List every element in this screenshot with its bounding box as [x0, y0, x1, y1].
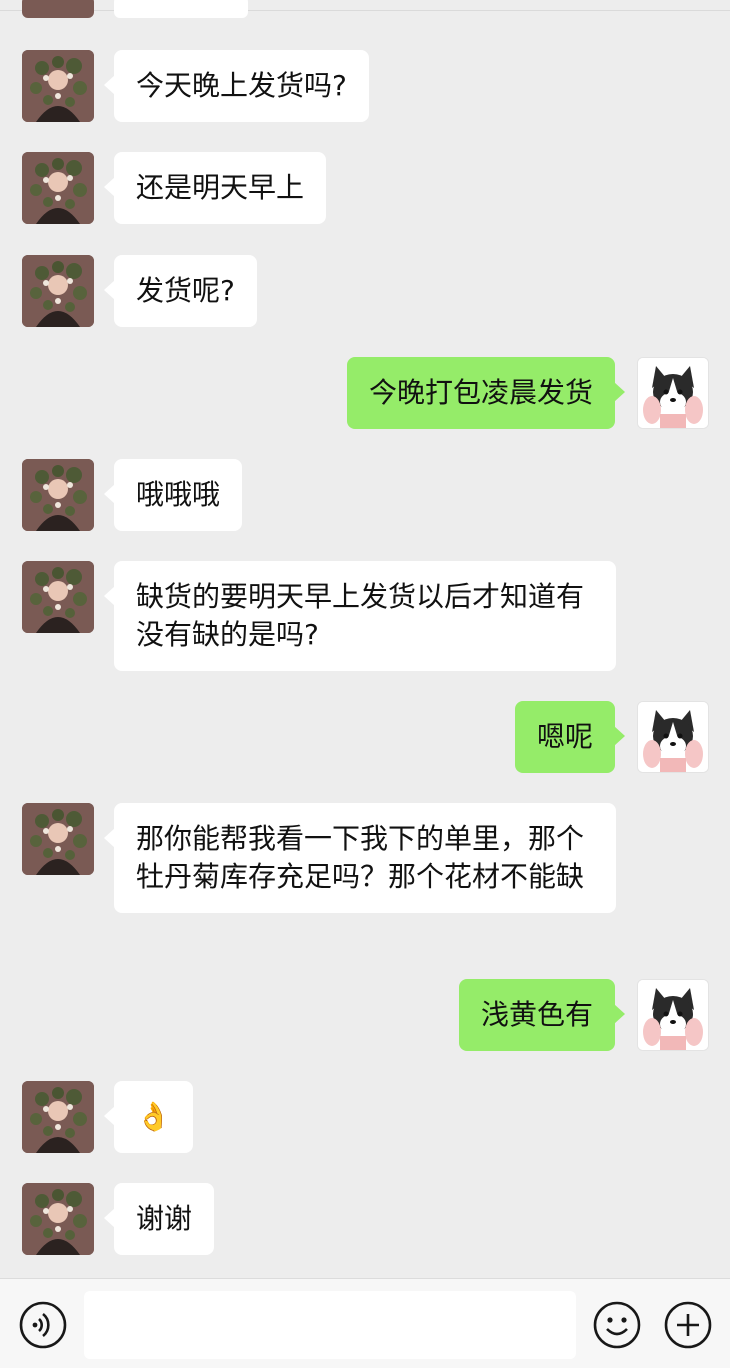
contact-avatar[interactable]	[22, 50, 94, 122]
avatar-woman-flowers-icon	[22, 1081, 94, 1153]
message-bubble[interactable]: 缺货的要明天早上发货以后才知道有没有缺的是吗?	[104, 561, 616, 671]
message-bubble[interactable]: 谢谢	[103, 1183, 215, 1255]
message-bubble[interactable]: 今晚打包凌晨发货	[346, 357, 626, 429]
contact-avatar[interactable]	[22, 255, 94, 327]
avatar-woman-flowers-icon	[22, 561, 94, 633]
input-bar	[0, 1278, 730, 1368]
voice-icon	[19, 1301, 67, 1349]
avatar-husky-dog-icon	[638, 980, 708, 1050]
chat-screen: 今天晚上发货吗? 还是明天早上 发货呢? 今晚打包凌晨发货 哦哦哦 缺货的要明天…	[0, 0, 730, 1368]
message-bubble[interactable]: 哦哦哦	[103, 459, 243, 531]
avatar-woman-flowers-icon	[22, 459, 94, 531]
more-button[interactable]	[663, 1300, 713, 1350]
contact-avatar[interactable]	[22, 1183, 94, 1255]
emoji-button[interactable]	[592, 1300, 642, 1350]
contact-avatar[interactable]	[22, 803, 94, 875]
contact-avatar[interactable]	[22, 152, 94, 224]
contact-avatar[interactable]	[22, 459, 94, 531]
top-divider	[0, 0, 730, 11]
self-avatar[interactable]	[637, 979, 709, 1051]
self-avatar[interactable]	[637, 357, 709, 429]
message-bubble[interactable]: 今天晚上发货吗?	[104, 50, 369, 122]
partial-avatar	[22, 0, 94, 18]
partial-message-bubble	[114, 0, 248, 18]
message-bubble-emoji[interactable]: 👌	[104, 1081, 193, 1153]
message-list[interactable]: 今天晚上发货吗? 还是明天早上 发货呢? 今晚打包凌晨发货 哦哦哦 缺货的要明天…	[0, 0, 730, 1278]
contact-avatar[interactable]	[22, 1081, 94, 1153]
self-avatar[interactable]	[637, 701, 709, 773]
message-bubble[interactable]: 嗯呢	[514, 701, 626, 773]
avatar-husky-dog-icon	[638, 358, 708, 428]
avatar-woman-flowers-icon	[22, 152, 94, 224]
message-input[interactable]	[84, 1291, 576, 1359]
avatar-woman-flowers-icon	[22, 803, 94, 875]
message-bubble[interactable]: 还是明天早上	[103, 152, 327, 224]
message-bubble[interactable]: 浅黄色有	[458, 979, 626, 1051]
message-bubble[interactable]: 发货呢?	[104, 255, 257, 327]
avatar-woman-flowers-icon	[22, 255, 94, 327]
avatar-husky-dog-icon	[638, 702, 708, 772]
emoji-icon	[593, 1301, 641, 1349]
plus-icon	[664, 1301, 712, 1349]
contact-avatar[interactable]	[22, 561, 94, 633]
avatar-woman-flowers-icon	[22, 1183, 94, 1255]
message-bubble[interactable]: 那你能帮我看一下我下的单里，那个牡丹菊库存充足吗？那个花材不能缺	[104, 803, 616, 913]
avatar-woman-flowers-icon	[22, 50, 94, 122]
voice-button[interactable]	[18, 1300, 68, 1350]
